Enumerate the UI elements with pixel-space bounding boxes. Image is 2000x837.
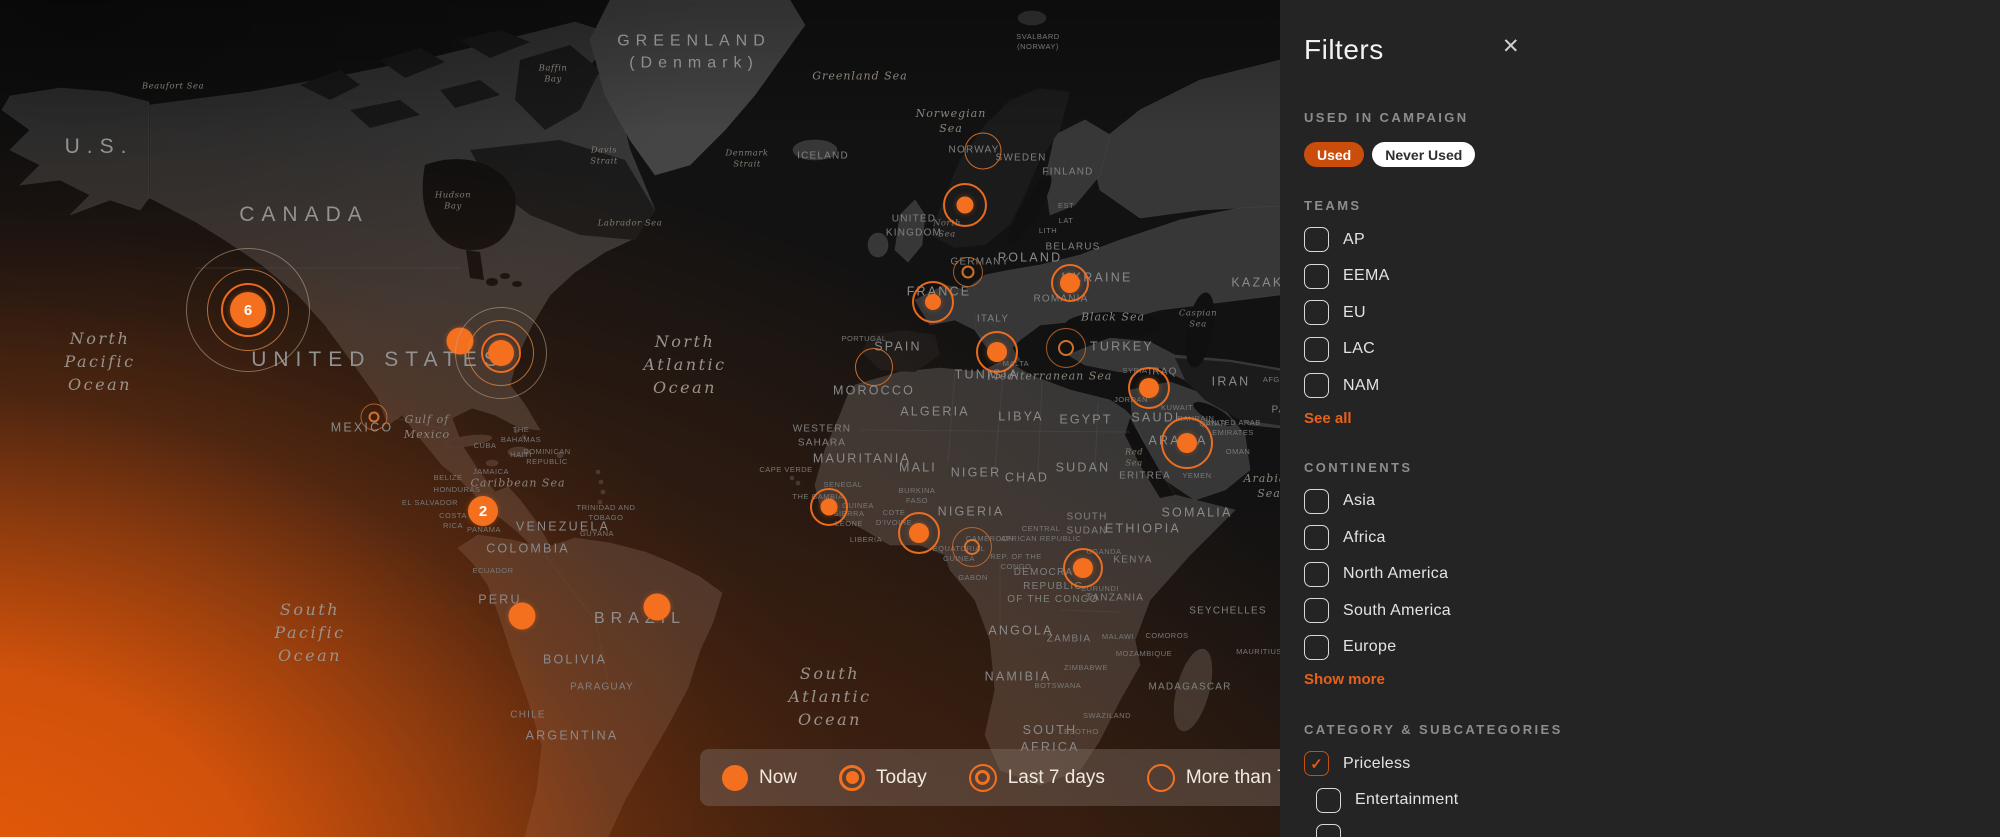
checkbox-label: Asia (1343, 492, 1375, 510)
checkbox[interactable] (1304, 525, 1329, 550)
section-heading-categories: CATEGORY & SUBCATEGORIES (1304, 722, 2000, 737)
legend-today-icon (839, 765, 865, 791)
marker-dot (987, 342, 1007, 362)
continent-option-north-america[interactable]: North America (1304, 562, 2000, 587)
continent-option-south-america[interactable]: South America (1304, 598, 2000, 623)
marker-dot (488, 340, 514, 366)
continents-options: Asia Africa North America South America Euro… (1304, 489, 2000, 660)
marker-dot (1177, 433, 1197, 453)
marker-dot (957, 197, 974, 214)
continent-option-africa[interactable]: Africa (1304, 525, 2000, 550)
show-more-link[interactable]: Show more (1304, 671, 1385, 688)
marker-ring (952, 527, 992, 567)
checkbox-label: EU (1343, 304, 1366, 322)
checkbox-label: Priceless (1343, 755, 1411, 773)
checkbox-label: LAC (1343, 340, 1375, 358)
continent-option-asia[interactable]: Asia (1304, 489, 2000, 514)
checkbox-label: Entertainment (1355, 791, 1459, 809)
checkbox[interactable] (1304, 598, 1329, 623)
filters-panel-title: Filters (1304, 34, 2000, 66)
checkbox-label: Africa (1343, 529, 1386, 547)
checkbox[interactable] (1316, 788, 1341, 813)
category-option-priceless[interactable]: ✓ Priceless (1304, 751, 2000, 776)
category-option-entertainment[interactable]: Entertainment (1316, 788, 2000, 813)
section-heading-continents: CONTINENTS (1304, 460, 2000, 475)
team-option-nam[interactable]: NAM (1304, 373, 2000, 398)
marker-dot (925, 294, 941, 310)
marker-dot (1073, 558, 1093, 578)
legend-older-icon (1147, 764, 1175, 792)
marker-dot (1060, 273, 1080, 293)
checkbox[interactable] (1304, 373, 1329, 398)
used-in-campaign-pills: Used Never Used (1304, 142, 2000, 167)
pill-never-used[interactable]: Never Used (1372, 142, 1475, 167)
marker-dot (909, 523, 929, 543)
checkbox[interactable] (1304, 264, 1329, 289)
marker-ring (1046, 328, 1086, 368)
close-icon[interactable]: ✕ (1502, 36, 1520, 57)
checkbox-label: EEMA (1343, 267, 1390, 285)
legend-label: Today (876, 767, 927, 789)
checkbox[interactable] (1304, 300, 1329, 325)
legend-item-today: Today (839, 765, 927, 791)
section-heading-teams: TEAMS (1304, 198, 2000, 213)
marker-count: 6 (230, 292, 266, 328)
teams-options: AP EEMA EU LAC NAM (1304, 227, 2000, 398)
checkbox-label: South America (1343, 602, 1451, 620)
legend-label: Last 7 days (1008, 767, 1105, 789)
filters-panel: Filters ✕ USED IN CAMPAIGN Used Never Us… (1280, 0, 2000, 837)
team-option-eu[interactable]: EU (1304, 300, 2000, 325)
checkbox[interactable] (1304, 635, 1329, 660)
legend-label: Now (759, 767, 797, 789)
checkbox[interactable] (1304, 227, 1329, 252)
marker-dot (1139, 378, 1159, 398)
team-option-lac[interactable]: LAC (1304, 337, 2000, 362)
team-option-ap[interactable]: AP (1304, 227, 2000, 252)
marker-dot (644, 594, 671, 621)
checkbox[interactable] (1304, 337, 1329, 362)
checkbox[interactable] (1316, 824, 1341, 837)
marker-ring (953, 257, 983, 287)
map-legend: NowTodayLast 7 daysMore than 7 days ago (700, 749, 1320, 806)
checkbox[interactable]: ✓ (1304, 751, 1329, 776)
legend-last7-icon (969, 764, 997, 792)
team-option-eema[interactable]: EEMA (1304, 264, 2000, 289)
categories-options: ✓ Priceless Entertainment (1304, 751, 2000, 837)
category-option-option[interactable] (1316, 824, 2000, 837)
legend-now-icon (722, 765, 748, 791)
marker-ring (855, 348, 893, 386)
marker-ring (965, 133, 1002, 170)
legend-item-now: Now (722, 765, 797, 791)
checkbox-label: North America (1343, 565, 1448, 583)
checkbox[interactable] (1304, 489, 1329, 514)
continent-option-europe[interactable]: Europe (1304, 635, 2000, 660)
checkbox-label: NAM (1343, 377, 1379, 395)
see-all-link[interactable]: See all (1304, 410, 1352, 427)
marker-count: 2 (468, 496, 498, 526)
checkbox[interactable] (1304, 562, 1329, 587)
marker-ring (361, 404, 388, 431)
marker-dot (509, 603, 536, 630)
campaign-map-app: U.S.CANADAUNITED STATESGREENLAND (Denmar… (0, 0, 2000, 837)
pill-used[interactable]: Used (1304, 142, 1364, 167)
section-heading-used-in-campaign: USED IN CAMPAIGN (1304, 110, 2000, 125)
legend-item-last-7-days: Last 7 days (969, 764, 1105, 792)
checkbox-label: Europe (1343, 638, 1396, 656)
marker-dot (821, 499, 838, 516)
checkbox-label: AP (1343, 231, 1365, 249)
